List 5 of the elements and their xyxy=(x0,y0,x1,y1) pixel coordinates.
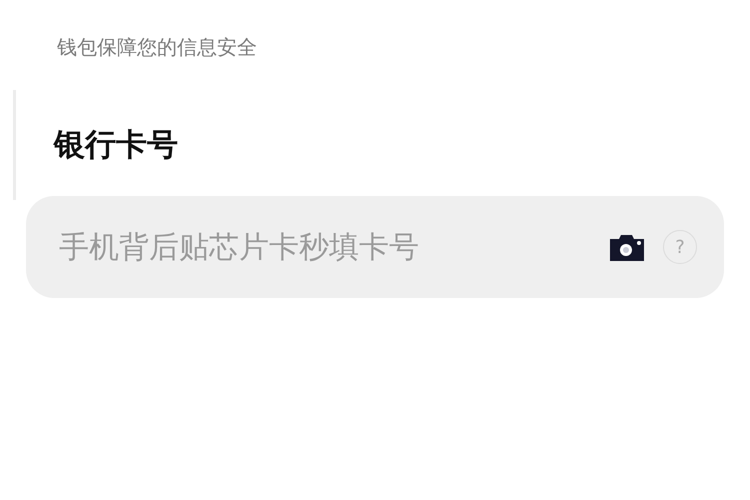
camera-icon[interactable] xyxy=(610,233,644,261)
help-button[interactable]: ? xyxy=(663,230,697,264)
card-number-field[interactable]: 手机背后贴芯片卡秒填卡号 ? xyxy=(26,196,724,298)
security-notice: 钱包保障您的信息安全 xyxy=(57,34,257,61)
section-title: 银行卡号 xyxy=(54,126,178,165)
